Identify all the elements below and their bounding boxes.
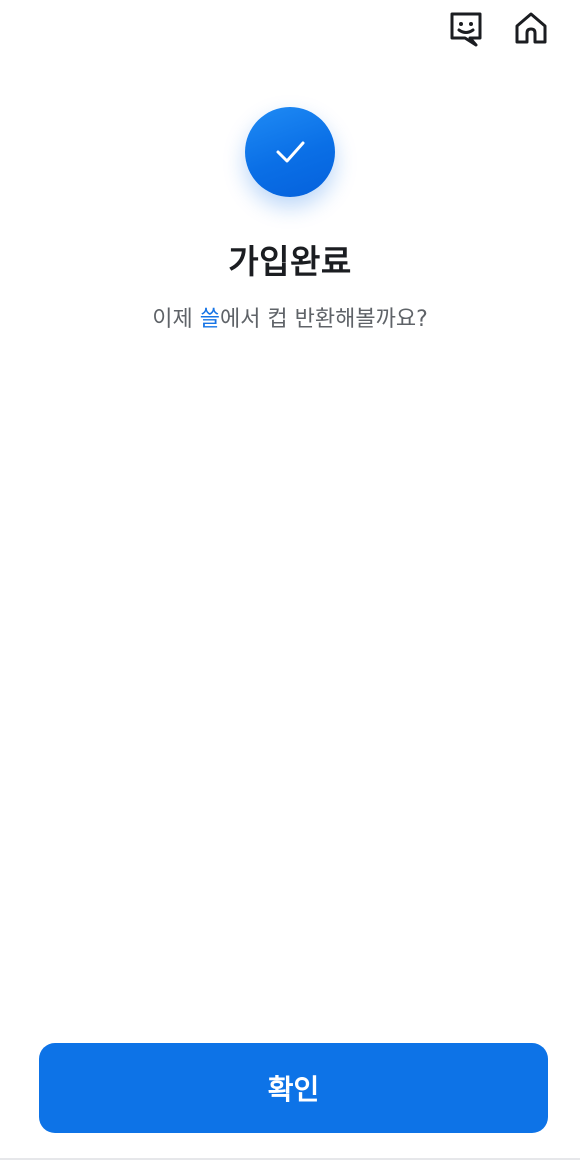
- chat-button[interactable]: [446, 8, 486, 48]
- success-badge: [245, 107, 335, 197]
- signup-complete-screen: 가입완료 이제 쓸에서 컵 반환해볼까요? 확인: [0, 0, 580, 1160]
- subtitle: 이제 쓸에서 컵 반환해볼까요?: [0, 304, 580, 336]
- top-bar: [0, 0, 580, 60]
- page-title: 가입완료: [228, 242, 352, 281]
- check-icon: [276, 141, 305, 163]
- subtitle-suffix: 에서 컵 반환해볼까요?: [219, 307, 428, 332]
- chat-bubble-smile-icon: [450, 12, 482, 47]
- brand-name: 쓸: [199, 307, 220, 332]
- home-button[interactable]: [511, 8, 551, 48]
- subtitle-prefix: 이제: [152, 307, 200, 332]
- home-icon: [515, 12, 547, 44]
- confirm-button[interactable]: 확인: [39, 1043, 548, 1133]
